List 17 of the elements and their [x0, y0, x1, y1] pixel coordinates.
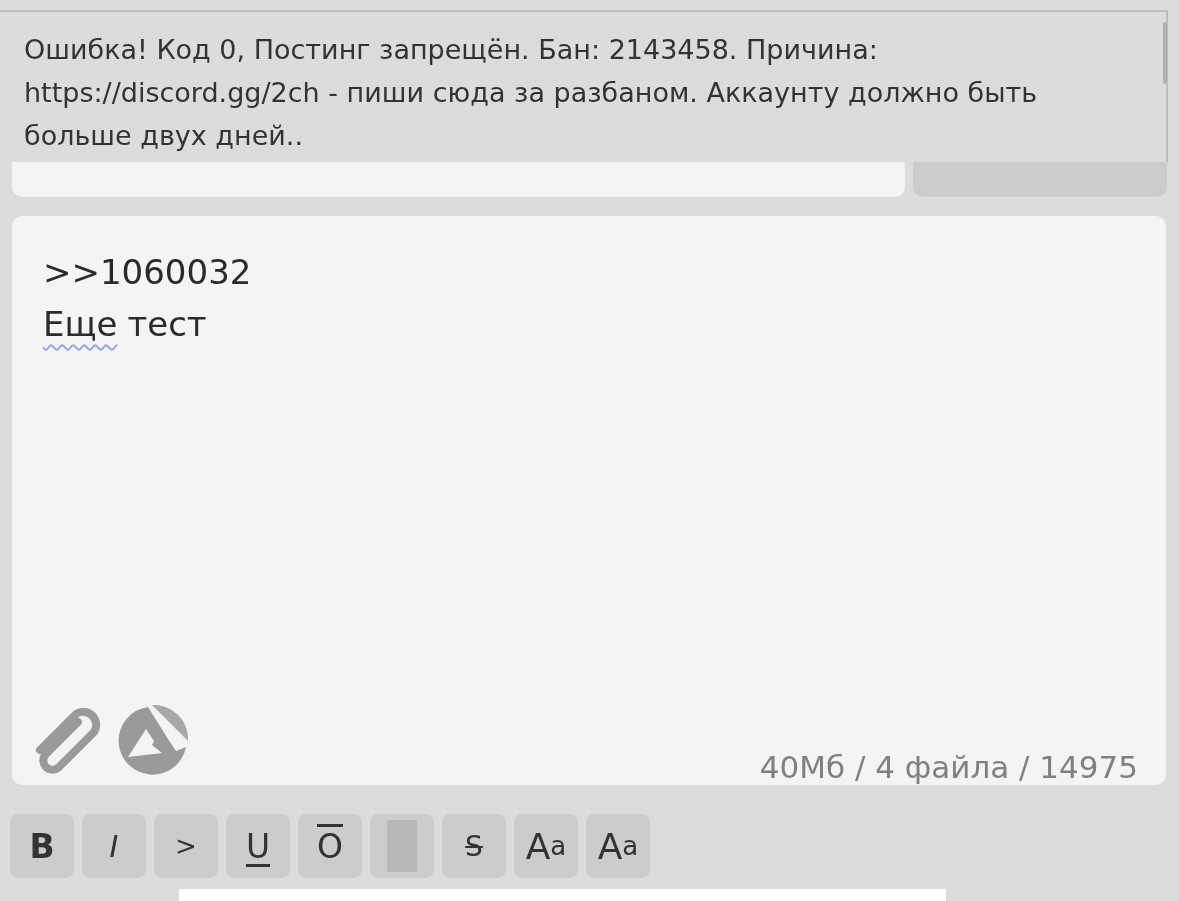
sticker-icon[interactable]	[116, 705, 188, 777]
submit-button[interactable]	[913, 162, 1167, 197]
overline-button[interactable]: O	[298, 814, 362, 878]
scrollbar[interactable]	[1163, 22, 1167, 84]
upload-limits: 40Мб / 4 файла / 14975	[759, 749, 1138, 785]
misspelled-word: Еще	[43, 303, 118, 346]
message-field[interactable]: >>1060032 Еще тест 40Мб / 4 файла / 14975	[12, 216, 1166, 785]
bold-button[interactable]: B	[10, 814, 74, 878]
input-field[interactable]	[12, 162, 905, 197]
message-text: тест	[127, 303, 207, 346]
message-text: >>1060032	[43, 251, 252, 294]
spoiler-button[interactable]	[370, 814, 434, 878]
strike-button[interactable]: S	[442, 814, 506, 878]
italic-button[interactable]: I	[82, 814, 146, 878]
error-message: Ошибка! Код 0, Постинг запрещён. Бан: 2143458. Причина: https://discord.gg/2ch - пиши сюда за разбаном. Аккаунту должно быть больше двух дней..	[24, 33, 1039, 153]
underline-button[interactable]: U	[226, 814, 290, 878]
quote-button[interactable]: >	[154, 814, 218, 878]
